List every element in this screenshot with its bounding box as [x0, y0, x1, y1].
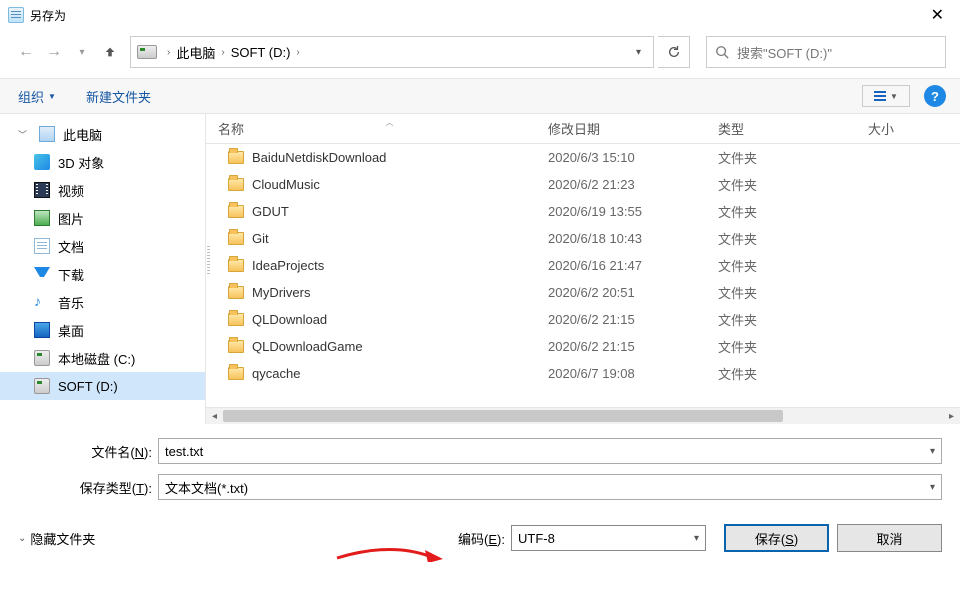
cancel-button[interactable]: 取消 — [837, 524, 942, 552]
chevron-right-icon: › — [163, 47, 174, 58]
document-icon — [34, 238, 50, 254]
table-row[interactable]: Git2020/6/18 10:43文件夹 — [206, 225, 960, 252]
sidebar-item-desktop[interactable]: 桌面 — [0, 316, 205, 344]
close-button[interactable]: ✕ — [923, 3, 952, 27]
folder-icon — [228, 178, 244, 191]
sort-indicator-icon: ︿ — [386, 117, 394, 136]
horizontal-scrollbar[interactable]: ◂ ▸ — [206, 407, 960, 424]
sidebar-item-3d[interactable]: 3D 对象 — [0, 148, 205, 176]
search-input[interactable]: 搜索"SOFT (D:)" — [706, 36, 946, 68]
pc-icon — [39, 126, 55, 142]
table-row[interactable]: CloudMusic2020/6/2 21:23文件夹 — [206, 171, 960, 198]
save-button[interactable]: 保存(S) — [724, 524, 829, 552]
organize-button[interactable]: 组织▼ — [14, 83, 60, 110]
sidebar-item-drive-d[interactable]: SOFT (D:) — [0, 372, 205, 400]
table-row[interactable]: GDUT2020/6/19 13:55文件夹 — [206, 198, 960, 225]
col-type[interactable]: 类型 — [706, 119, 856, 138]
address-dropdown[interactable]: ▾ — [628, 47, 649, 58]
refresh-button[interactable] — [658, 36, 690, 68]
folder-icon — [228, 313, 244, 326]
main-area: ﹀ 此电脑 3D 对象 视频 图片 文档 下载 ♪音乐 桌面 本地磁盘 (C:)… — [0, 114, 960, 424]
nav-recent-dropdown[interactable]: ▾ — [70, 40, 94, 64]
folder-icon — [228, 340, 244, 353]
chevron-down-icon[interactable]: ▾ — [930, 482, 935, 493]
filetype-label: 保存类型(T): — [18, 478, 158, 497]
save-form: 文件名(N): test.txt ▾ 保存类型(T): 文本文档(*.txt) … — [0, 424, 960, 514]
folder-icon — [228, 286, 244, 299]
chevron-down-icon[interactable]: ▾ — [930, 446, 935, 457]
nav-row: ← → ▾ › 此电脑 › SOFT (D:) › ▾ 搜索"SOFT (D:)… — [0, 30, 960, 78]
table-row[interactable]: QLDownloadGame2020/6/2 21:15文件夹 — [206, 333, 960, 360]
sidebar-item-music[interactable]: ♪音乐 — [0, 288, 205, 316]
help-button[interactable]: ? — [924, 85, 946, 107]
nav-up-button[interactable] — [98, 40, 122, 64]
chevron-down-icon[interactable]: ▾ — [694, 533, 699, 544]
folder-icon — [228, 259, 244, 272]
table-row[interactable]: IdeaProjects2020/6/16 21:47文件夹 — [206, 252, 960, 279]
table-row[interactable]: qycache2020/6/7 19:08文件夹 — [206, 360, 960, 387]
music-icon: ♪ — [34, 294, 50, 310]
sidebar-this-pc[interactable]: ﹀ 此电脑 — [0, 120, 205, 148]
filetype-select[interactable]: 文本文档(*.txt) ▾ — [158, 474, 942, 500]
breadcrumb-pc[interactable]: 此电脑 — [174, 43, 217, 62]
download-icon — [34, 267, 50, 283]
splitter[interactable] — [206, 114, 211, 407]
folder-icon — [228, 205, 244, 218]
breadcrumb-drive[interactable]: SOFT (D:) — [229, 45, 293, 60]
3d-icon — [34, 154, 50, 170]
file-pane: 名称 ︿ 修改日期 类型 大小 BaiduNetdiskDownload2020… — [206, 114, 960, 424]
video-icon — [34, 182, 50, 198]
chevron-right-icon: › — [217, 47, 228, 58]
search-placeholder: 搜索"SOFT (D:)" — [737, 43, 832, 62]
col-name[interactable]: 名称 ︿ — [206, 119, 536, 138]
nav-back-button[interactable]: ← — [14, 40, 38, 64]
encoding-label: 编码(E): — [458, 529, 505, 548]
chevron-down-icon: ﹀ — [18, 128, 27, 141]
sidebar-item-videos[interactable]: 视频 — [0, 176, 205, 204]
column-headers: 名称 ︿ 修改日期 类型 大小 — [206, 114, 960, 144]
titlebar: 另存为 ✕ — [0, 0, 960, 30]
app-icon — [8, 7, 24, 23]
table-row[interactable]: MyDrivers2020/6/2 20:51文件夹 — [206, 279, 960, 306]
footer: ⌄ 隐藏文件夹 编码(E): UTF-8 ▾ 保存(S) 取消 — [0, 514, 960, 568]
sidebar-item-pictures[interactable]: 图片 — [0, 204, 205, 232]
sidebar-item-documents[interactable]: 文档 — [0, 232, 205, 260]
encoding-select[interactable]: UTF-8 ▾ — [511, 525, 706, 551]
drive-icon — [34, 378, 50, 394]
toolbar: 组织▼ 新建文件夹 ▼ ? — [0, 78, 960, 114]
new-folder-button[interactable]: 新建文件夹 — [82, 83, 155, 110]
filename-label: 文件名(N): — [18, 442, 158, 461]
folder-icon — [228, 151, 244, 164]
window-title: 另存为 — [30, 7, 66, 24]
folder-icon — [228, 367, 244, 380]
scroll-left-icon[interactable]: ◂ — [206, 408, 223, 424]
chevron-down-icon: ⌄ — [18, 533, 26, 544]
table-row[interactable]: QLDownload2020/6/2 21:15文件夹 — [206, 306, 960, 333]
sidebar-item-drive-c[interactable]: 本地磁盘 (C:) — [0, 344, 205, 372]
view-mode-button[interactable]: ▼ — [862, 85, 910, 107]
drive-icon — [137, 45, 157, 59]
scroll-right-icon[interactable]: ▸ — [943, 408, 960, 424]
chevron-right-icon: › — [292, 47, 303, 58]
scrollbar-thumb[interactable] — [223, 410, 783, 422]
drive-icon — [34, 350, 50, 366]
desktop-icon — [34, 322, 50, 338]
hide-folders-toggle[interactable]: ⌄ 隐藏文件夹 — [18, 529, 95, 548]
search-icon — [715, 45, 729, 59]
col-date[interactable]: 修改日期 — [536, 119, 706, 138]
nav-forward-button[interactable]: → — [42, 40, 66, 64]
file-list: BaiduNetdiskDownload2020/6/3 15:10文件夹Clo… — [206, 144, 960, 407]
col-size[interactable]: 大小 — [856, 119, 960, 138]
folder-icon — [228, 232, 244, 245]
table-row[interactable]: BaiduNetdiskDownload2020/6/3 15:10文件夹 — [206, 144, 960, 171]
picture-icon — [34, 210, 50, 226]
sidebar-item-downloads[interactable]: 下载 — [0, 260, 205, 288]
address-bar[interactable]: › 此电脑 › SOFT (D:) › ▾ — [130, 36, 654, 68]
filename-input[interactable]: test.txt ▾ — [158, 438, 942, 464]
sidebar: ﹀ 此电脑 3D 对象 视频 图片 文档 下载 ♪音乐 桌面 本地磁盘 (C:)… — [0, 114, 206, 424]
